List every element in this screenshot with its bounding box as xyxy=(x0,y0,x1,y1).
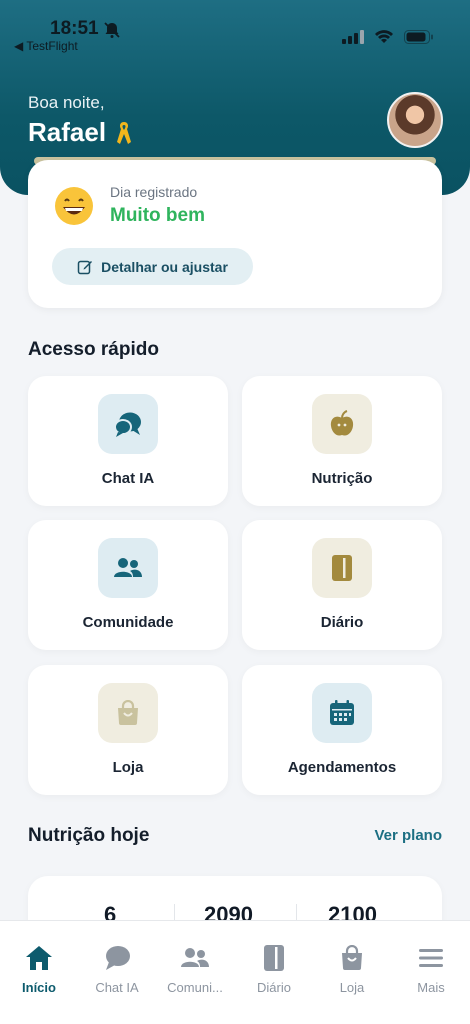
quick-tile-appointments[interactable]: Agendamentos xyxy=(242,665,442,795)
home-icon xyxy=(0,943,78,973)
quick-tile-label: Chat IA xyxy=(101,470,155,487)
menu-icon xyxy=(392,943,470,973)
quick-tile-shop[interactable]: Loja xyxy=(28,665,228,795)
tab-label: Comuni... xyxy=(167,980,223,995)
awareness-ribbon-icon xyxy=(117,121,132,144)
tab-journal[interactable]: Diário xyxy=(235,943,313,995)
journal-icon xyxy=(235,943,313,973)
quick-tile-journal[interactable]: Diário xyxy=(242,520,442,650)
back-app-label: TestFlight xyxy=(26,39,78,53)
quick-tile-chat[interactable]: Chat IA xyxy=(28,376,228,506)
user-name-text: Rafael xyxy=(28,117,107,147)
calendar-icon xyxy=(312,683,372,743)
tab-chat[interactable]: Chat IA xyxy=(78,943,156,995)
adjust-mood-label: Detalhar ou ajustar xyxy=(101,258,228,275)
battery-icon xyxy=(404,30,433,44)
mood-card: Dia registrado Muito bem Detalhar ou aju… xyxy=(28,160,442,308)
chat-icon xyxy=(98,394,158,454)
chat-icon xyxy=(78,943,156,973)
status-bar: 18:51 ◀ TestFlight xyxy=(0,0,470,60)
shopping-bag-icon xyxy=(313,943,391,973)
quick-tile-nutrition[interactable]: Nutrição xyxy=(242,376,442,506)
nutrition-title: Nutrição hoje xyxy=(28,825,150,846)
tab-label: Loja xyxy=(339,980,365,995)
quick-tile-label: Agendamentos xyxy=(287,759,397,776)
edit-icon xyxy=(77,260,93,274)
tab-shop[interactable]: Loja xyxy=(313,943,391,995)
quick-tile-label: Comunidade xyxy=(82,614,174,631)
status-indicators xyxy=(342,30,434,44)
back-to-app-link[interactable]: ◀ TestFlight xyxy=(14,39,78,53)
quick-tile-community[interactable]: Comunidade xyxy=(28,520,228,650)
tab-label: Chat IA xyxy=(95,980,139,995)
quick-tile-label: Loja xyxy=(112,759,144,776)
quick-tile-label: Diário xyxy=(320,614,364,631)
quick-access-title: Acesso rápido xyxy=(28,339,159,360)
wifi-icon xyxy=(375,30,393,43)
view-plan-link[interactable]: Ver plano xyxy=(374,827,442,844)
status-time: 18:51 xyxy=(50,18,99,39)
tab-label: Diário xyxy=(257,980,291,995)
tab-label: Mais xyxy=(417,980,445,995)
apple-icon xyxy=(312,394,372,454)
grinning-face-icon xyxy=(55,187,93,225)
journal-icon xyxy=(312,538,372,598)
people-icon xyxy=(156,943,234,973)
people-icon xyxy=(98,538,158,598)
tab-community[interactable]: Comuni... xyxy=(156,943,234,995)
tab-more[interactable]: Mais xyxy=(392,943,470,995)
user-name: Rafael xyxy=(28,117,134,148)
bottom-tab-bar: Início Chat IA Comuni... Diário Loja Mai… xyxy=(0,920,470,1024)
tab-home[interactable]: Início xyxy=(0,943,78,995)
avatar[interactable] xyxy=(387,92,443,148)
quick-tile-label: Nutrição xyxy=(311,470,373,487)
mood-value: Muito bem xyxy=(110,205,205,226)
bell-muted-icon xyxy=(104,22,120,38)
adjust-mood-button[interactable]: Detalhar ou ajustar xyxy=(52,248,253,285)
greeting-text: Boa noite, xyxy=(28,93,105,112)
mood-label: Dia registrado xyxy=(110,184,198,200)
signal-icon xyxy=(342,30,364,44)
shopping-bag-icon xyxy=(98,683,158,743)
tab-label: Início xyxy=(22,980,56,995)
